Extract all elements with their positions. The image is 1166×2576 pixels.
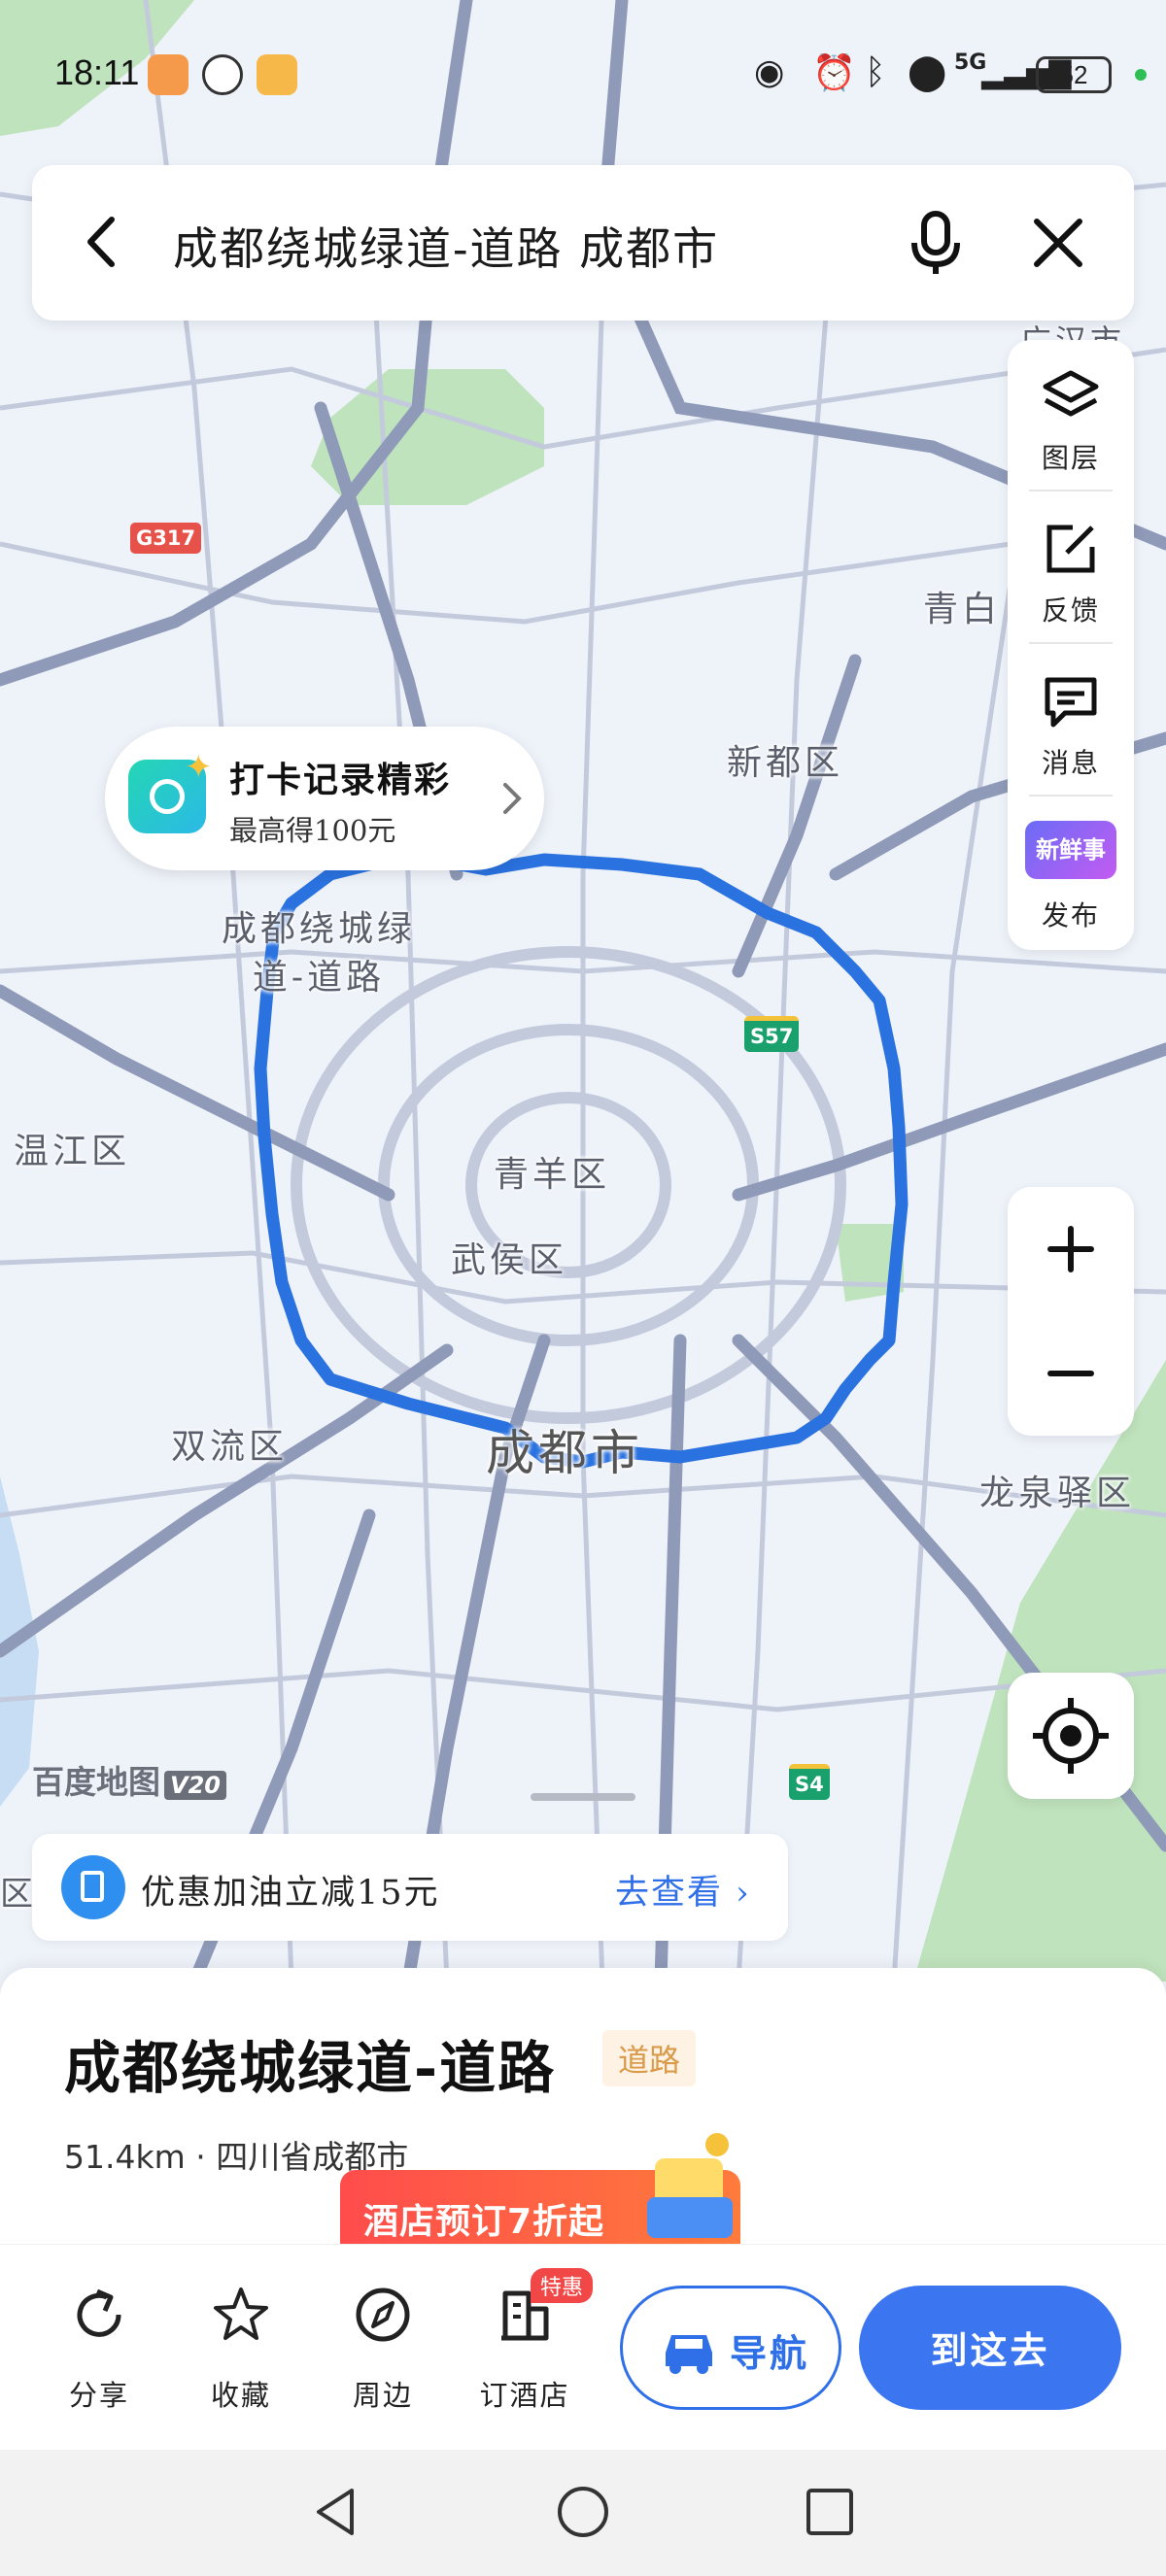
- tool-publish-label: 发布: [1041, 899, 1100, 932]
- favorite-button[interactable]: 收藏: [183, 2284, 299, 2420]
- eye-icon: ◉: [754, 52, 785, 92]
- favorite-label: 收藏: [210, 2379, 271, 2412]
- map-tools-panel: 图层 反馈 消息 新鲜事 发布: [1008, 340, 1134, 950]
- route-label[interactable]: 成都绕城绿 道-道路: [222, 905, 416, 1002]
- tool-layers[interactable]: 图层: [1008, 340, 1134, 492]
- mini-app-icon: [257, 54, 297, 95]
- highway-shield-s57: S57: [744, 1016, 800, 1052]
- back-icon[interactable]: [69, 208, 137, 276]
- navigate-label: 导航: [730, 2331, 810, 2375]
- place-category-tag: 道路: [602, 2030, 697, 2086]
- book-hotel-label: 订酒店: [479, 2379, 570, 2412]
- location-pin-icon: ⬤: [908, 52, 947, 92]
- star-icon: [214, 2288, 268, 2340]
- message-icon: [1045, 677, 1097, 728]
- checkin-subtitle: 最高得100元: [229, 814, 396, 847]
- charging-dot: [1135, 69, 1147, 81]
- tool-layers-label: 图层: [1041, 442, 1100, 474]
- go-here-label: 到这去: [930, 2328, 1050, 2372]
- divider: [1029, 795, 1113, 797]
- home-circle-icon[interactable]: [554, 2483, 612, 2541]
- close-icon[interactable]: [1023, 208, 1093, 278]
- my-location-button[interactable]: [1008, 1673, 1134, 1799]
- zoom-controls: [1008, 1187, 1134, 1436]
- car-icon: [666, 2335, 712, 2374]
- tool-messages[interactable]: 消息: [1008, 645, 1134, 797]
- book-hotel-button[interactable]: 订酒店: [466, 2284, 583, 2420]
- camera-icon: ✦: [128, 748, 213, 833]
- compass-icon: [356, 2288, 410, 2342]
- go-here-button[interactable]: 到这去: [859, 2286, 1121, 2410]
- city-label-chengdu: 成都市: [486, 1425, 643, 1481]
- district-label-xindu: 新都区: [727, 743, 844, 783]
- search-query[interactable]: 成都绕城绿道-道路 成都市: [173, 214, 719, 278]
- hotel-discount-badge: 特惠: [531, 2268, 594, 2303]
- divider: [1029, 490, 1113, 491]
- alarm-icon: ⏰: [812, 53, 856, 93]
- green-area: [913, 1360, 1166, 1982]
- nearby-button[interactable]: 周边: [325, 2284, 441, 2420]
- fuel-promo-text: 优惠加油立减15元: [141, 1874, 440, 1913]
- hand-app-icon: [202, 54, 243, 95]
- highway-shield-g317: G317: [130, 523, 202, 554]
- tool-feedback-label: 反馈: [1041, 594, 1100, 627]
- fuel-promo-banner[interactable]: 优惠加油立减15元 去查看 ›: [32, 1834, 788, 1941]
- fuel-pump-icon: [61, 1855, 125, 1919]
- action-bar: 分享 收藏 周边 订酒店 特惠 导航 到这去: [0, 2244, 1166, 2450]
- zoom-in-button[interactable]: [1008, 1187, 1134, 1311]
- district-label-qingyang: 青羊区: [494, 1155, 611, 1195]
- place-title: 成都绕城绿道-道路: [64, 2035, 557, 2101]
- district-label-longquanyi: 龙泉驿区: [979, 1474, 1136, 1513]
- highway-shield-s4: S4: [789, 1764, 830, 1800]
- feedback-icon: [1046, 525, 1095, 573]
- back-triangle-icon[interactable]: [307, 2483, 365, 2541]
- checkin-bubble[interactable]: ✦ 打卡记录精彩 最高得100元: [105, 727, 544, 870]
- new-thing-icon: 新鲜事: [1025, 821, 1116, 879]
- chevron-right-icon: [503, 783, 522, 814]
- baidu-logo-text: 百度地图: [32, 1763, 160, 1801]
- share-label: 分享: [68, 2379, 129, 2412]
- district-label-qingbai: 青白: [923, 590, 1002, 629]
- bluetooth-icon: ᛒ: [865, 52, 886, 92]
- battery-icon: 52: [1036, 56, 1112, 93]
- share-button[interactable]: 分享: [41, 2284, 157, 2420]
- microphone-icon[interactable]: [897, 204, 975, 282]
- baidu-logo-version: V20: [164, 1771, 226, 1800]
- checkin-title: 打卡记录精彩: [229, 760, 452, 800]
- tool-feedback[interactable]: 反馈: [1008, 492, 1134, 645]
- system-nav-bar: [0, 2450, 1166, 2576]
- navigate-button[interactable]: 导航: [620, 2286, 841, 2410]
- district-label-wenjiang: 温江区: [14, 1132, 131, 1171]
- zoom-out-button[interactable]: [1008, 1311, 1134, 1436]
- status-time: 18:11: [54, 52, 140, 92]
- fuel-promo-link-label: 去查看: [615, 1874, 724, 1913]
- drag-handle[interactable]: [531, 1793, 635, 1801]
- tool-publish[interactable]: 新鲜事 发布: [1008, 797, 1134, 950]
- layers-icon: [1043, 370, 1099, 417]
- new-thing-badge: 新鲜事: [1036, 836, 1106, 864]
- locate-icon: [1033, 1698, 1109, 1774]
- status-bar: 18:11 ◉ ⏰ ᛒ ⬤ 5G ▂▃▅▇ 52: [0, 0, 1166, 146]
- search-bar[interactable]: 成都绕城绿道-道路 成都市: [32, 165, 1134, 321]
- recents-square-icon[interactable]: [801, 2483, 859, 2541]
- app-notification-icon: [148, 54, 189, 95]
- fuel-promo-link[interactable]: 去查看 ›: [615, 1865, 751, 1915]
- tool-messages-label: 消息: [1041, 747, 1100, 779]
- divider: [1029, 642, 1113, 644]
- district-label-wuhou: 武侯区: [451, 1240, 568, 1280]
- baidu-map-logo: 百度地图 V20: [32, 1756, 226, 1803]
- nearby-label: 周边: [352, 2379, 413, 2412]
- screen: 成都绕城绿 道-道路 新都区 青白 广汉市 温江区 青羊区 武侯区 双流区 成都…: [0, 0, 1166, 2576]
- route-label-text: 成都绕城绿 道-道路: [222, 909, 417, 998]
- chevron-right-icon: ›: [736, 1874, 751, 1913]
- district-label-shuangliu: 双流区: [171, 1427, 289, 1467]
- share-icon: [77, 2288, 121, 2337]
- hotel-promo-text: 酒店预订7折起: [363, 2202, 605, 2242]
- gift-box-icon: [647, 2129, 733, 2238]
